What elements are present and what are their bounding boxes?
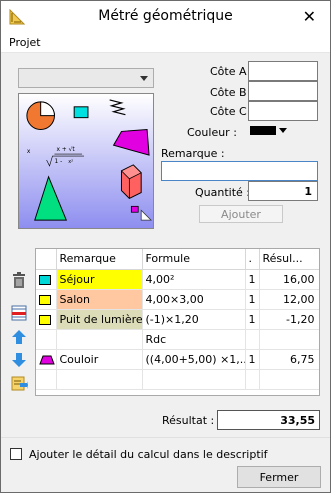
row-remark: Puit de lumière — [56, 309, 143, 330]
table-header-row: Remarque Formule . Résul... — [36, 249, 319, 270]
row-result: -1,20 — [259, 309, 319, 330]
export-icon[interactable] — [10, 374, 28, 392]
move-down-icon[interactable] — [10, 351, 28, 369]
row-remark: Couloir — [56, 349, 143, 370]
square-shape-icon — [39, 274, 51, 285]
color-swatch — [250, 126, 276, 135]
row-result: 16,00 — [259, 269, 319, 290]
cote-b-label: Côte B — [210, 86, 247, 99]
cote-c-input[interactable] — [248, 101, 318, 121]
chevron-down-icon — [140, 76, 148, 81]
cote-b-input[interactable] — [248, 81, 318, 101]
detail-checkbox[interactable] — [10, 448, 22, 460]
divider — [1, 437, 330, 438]
trash-icon[interactable] — [10, 271, 28, 289]
table-row[interactable]: Séjour 4,00² 1 16,00 — [36, 269, 319, 290]
window-title: Métré géométrique — [98, 8, 233, 24]
table-row[interactable]: Puit de lumière (-1)×1,20 1 -1,20 — [36, 309, 319, 330]
row-remark — [56, 329, 143, 350]
close-button[interactable]: ✕ — [303, 7, 316, 26]
detail-checkbox-label[interactable]: Ajouter le détail du calcul dans le desc… — [29, 448, 268, 461]
rectangle-shape-icon — [39, 294, 51, 305]
header-shape — [36, 249, 57, 270]
quantite-input[interactable]: 1 — [248, 181, 318, 201]
formula-x: x — [27, 149, 31, 155]
row-formula: (-1)×1,20 — [142, 309, 246, 330]
row-shape-cell — [36, 329, 57, 350]
title-bar: Métré géométrique ✕ — [1, 1, 330, 33]
row-shape-cell — [36, 269, 57, 290]
couleur-label: Couleur : — [187, 126, 237, 139]
row-result: 6,75 — [259, 349, 319, 370]
header-qty[interactable]: . — [245, 249, 260, 270]
measurement-table: Remarque Formule . Résul... Séjour 4,00²… — [35, 248, 320, 396]
row-shape-cell — [36, 309, 57, 330]
quantite-label: Quantité : — [195, 186, 250, 199]
resultat-label: Résultat : — [162, 414, 215, 427]
table-row[interactable]: Salon 4,00×3,00 1 12,00 — [36, 289, 319, 310]
row-qty — [245, 329, 260, 350]
rectangle-shape-icon — [39, 314, 51, 325]
row-result: 12,00 — [259, 289, 319, 310]
row-formula: 4,00² — [142, 269, 246, 290]
table-row[interactable]: Rdc — [36, 329, 319, 350]
move-up-icon[interactable] — [10, 328, 28, 346]
row-qty: 1 — [245, 349, 260, 370]
row-remark: Salon — [56, 289, 143, 310]
row-result — [259, 329, 319, 350]
formula-root: 1 - — [54, 159, 62, 165]
metre-window: Métré géométrique ✕ Projet x x + √t 1 - … — [0, 0, 331, 493]
insert-row-icon[interactable] — [10, 304, 28, 322]
trapezoid-shape-icon — [39, 355, 55, 364]
table-row-empty — [36, 369, 319, 390]
shape-preview-image: x x + √t 1 - x² — [18, 93, 154, 229]
formula-top: x + √t — [56, 146, 75, 153]
cote-a-label: Côte A — [210, 65, 247, 78]
row-formula: ((4,00+5,00) ×1,... — [142, 349, 246, 370]
row-qty: 1 — [245, 289, 260, 310]
formula-bottom: x² — [68, 159, 73, 165]
row-formula: Rdc — [142, 329, 246, 350]
menu-projet[interactable]: Projet — [9, 36, 41, 49]
menu-bar: Projet — [1, 33, 330, 53]
fermer-button[interactable]: Fermer — [237, 466, 321, 488]
header-formule[interactable]: Formule — [142, 249, 246, 270]
cote-c-label: Côte C — [210, 105, 247, 118]
color-picker[interactable] — [250, 125, 290, 137]
chevron-down-icon — [279, 128, 287, 133]
row-shape-cell — [36, 289, 57, 310]
header-resultat[interactable]: Résul... — [259, 249, 319, 270]
ajouter-button[interactable]: Ajouter — [199, 205, 283, 223]
resultat-value: 33,55 — [217, 410, 320, 430]
remarque-input[interactable] — [161, 161, 318, 181]
header-remarque[interactable]: Remarque — [56, 249, 143, 270]
row-qty: 1 — [245, 309, 260, 330]
cote-a-input[interactable] — [248, 61, 318, 81]
table-row[interactable]: Couloir ((4,00+5,00) ×1,... 1 6,75 — [36, 349, 319, 370]
row-remark: Séjour — [56, 269, 143, 290]
remarque-label: Remarque : — [161, 147, 225, 160]
row-shape-cell — [36, 349, 57, 370]
row-formula: 4,00×3,00 — [142, 289, 246, 310]
row-qty: 1 — [245, 269, 260, 290]
shape-select[interactable] — [18, 68, 154, 88]
